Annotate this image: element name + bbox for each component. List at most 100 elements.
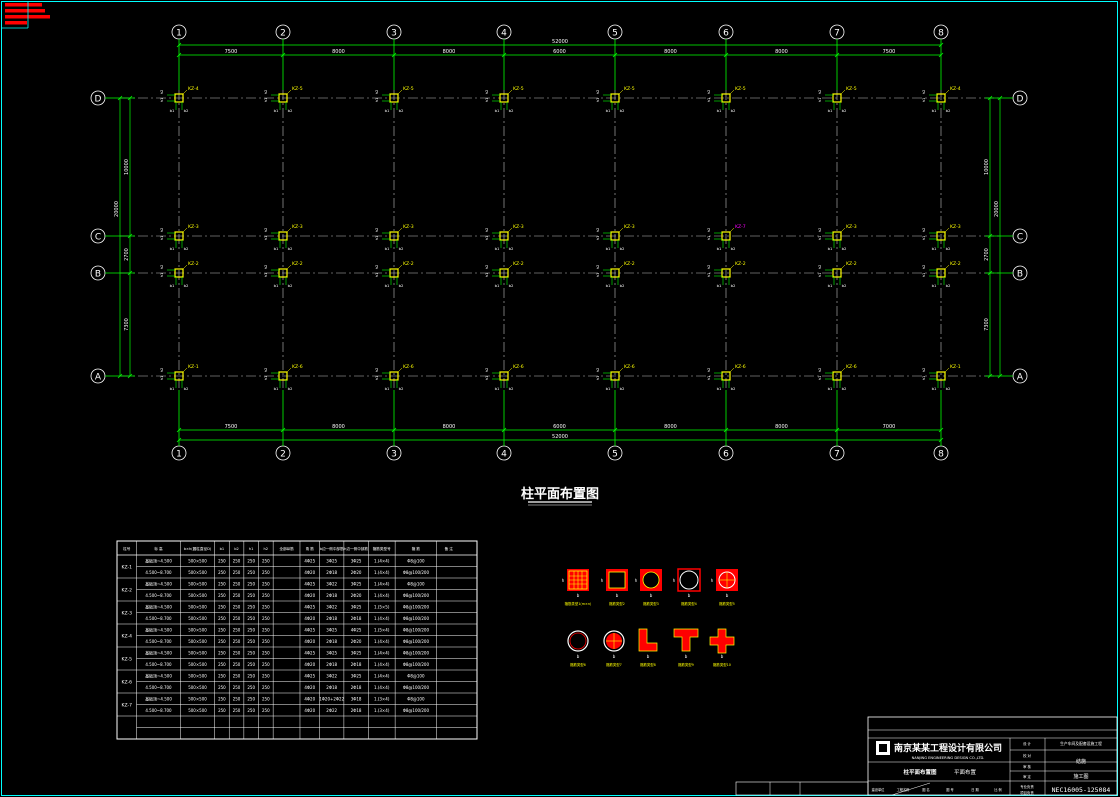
schedule-header: h2	[264, 547, 269, 551]
svg-text:b: b	[647, 654, 650, 659]
schedule-cell: 250	[262, 697, 270, 702]
svg-text:h1: h1	[263, 375, 268, 380]
grid-label-3: 3	[391, 29, 397, 39]
schedule-cell: 1.(4×4)	[374, 582, 390, 587]
svg-text:b1: b1	[274, 108, 279, 113]
grid-label-2: 2	[280, 450, 286, 460]
svg-text:h1: h1	[595, 375, 600, 380]
svg-text:h2: h2	[817, 264, 822, 269]
stamp-bar	[5, 3, 42, 7]
schedule-cell: 3Φ25	[326, 559, 337, 564]
svg-text:h2: h2	[595, 227, 600, 232]
svg-text:h1: h1	[484, 97, 489, 102]
svg-text:b1: b1	[495, 283, 500, 288]
schedule-cell: 4.500~8.700	[145, 639, 172, 644]
svg-text:h2: h2	[263, 227, 268, 232]
svg-text:h: h	[601, 578, 604, 583]
grid-label-D: D	[95, 95, 102, 105]
svg-text:h1: h1	[706, 375, 711, 380]
svg-text:h2: h2	[595, 89, 600, 94]
sheet-name: 柱平面布置图	[903, 768, 937, 776]
schedule-cell: 基础顶~4.500	[145, 673, 172, 679]
left-dim-span-0: 10000	[124, 159, 130, 175]
column-tag: KZ-6	[513, 364, 524, 370]
svg-text:h1: h1	[484, 235, 489, 240]
schedule-cell: Φ8@100/200	[403, 605, 430, 610]
schedule-cell: 基础顶~4.500	[145, 604, 172, 610]
schedule-cell: 4Φ25	[304, 605, 315, 610]
schedule-cell: 250	[247, 662, 255, 667]
schedule-cell: 500×500	[188, 685, 207, 690]
schedule-cell: 500×500	[188, 708, 207, 713]
column-tag: KZ-1	[950, 364, 961, 370]
svg-text:h2: h2	[374, 89, 379, 94]
svg-text:h1: h1	[921, 272, 926, 277]
svg-text:b2: b2	[946, 386, 951, 391]
right-dim-span-0: 10000	[984, 159, 990, 175]
title-block-field: 图 号	[946, 787, 953, 792]
svg-text:h2: h2	[374, 367, 379, 372]
grid-label-C: C	[95, 233, 101, 243]
schedule-cell: 4Φ25	[304, 628, 315, 633]
schedule-cell: 4Φ25	[304, 651, 315, 656]
schedule-cell: 250	[218, 559, 226, 564]
schedule-cell: 基础顶~4.500	[145, 696, 172, 702]
title-block-field: 图 名	[922, 787, 929, 792]
schedule-cell: 250	[247, 616, 255, 621]
svg-text:b1: b1	[606, 246, 611, 251]
column-tag: KZ-6	[735, 364, 746, 370]
svg-text:b2: b2	[620, 246, 625, 251]
bottom-dim-span-3: 6000	[553, 424, 566, 430]
column-tag: KZ-4	[950, 86, 961, 92]
stirrup-caption: 箍筋类型5	[719, 601, 735, 606]
schedule-cell: 250	[262, 570, 270, 575]
top-dim-span-3: 6000	[553, 49, 566, 55]
drawing-number: NEC16005-125084	[1052, 786, 1111, 794]
svg-text:b2: b2	[620, 283, 625, 288]
svg-text:h2: h2	[263, 367, 268, 372]
column-tag: KZ-2	[513, 261, 524, 267]
schedule-cell: 3Φ22	[326, 674, 337, 679]
grid-label-B: B	[1017, 270, 1023, 280]
schedule-group-label: KZ-4	[122, 634, 133, 640]
top-dim-span-0: 7500	[225, 49, 238, 55]
column-tag: KZ-4	[188, 86, 199, 92]
schedule-cell: 250	[218, 708, 226, 713]
svg-text:h1: h1	[817, 272, 822, 277]
svg-text:b2: b2	[946, 246, 951, 251]
discipline: 结施	[1076, 758, 1086, 765]
schedule-cell: 4Φ25	[351, 628, 362, 633]
schedule-cell: 250	[218, 685, 226, 690]
schedule-header: b边一侧中部筋	[320, 546, 344, 551]
top-dim-span-1: 8000	[332, 49, 345, 55]
column-tag: KZ-5	[403, 86, 414, 92]
svg-text:h1: h1	[921, 97, 926, 102]
title-block-field: 审 核	[1023, 764, 1031, 769]
svg-text:b1: b1	[932, 283, 937, 288]
svg-text:b1: b1	[495, 386, 500, 391]
schedule-cell: 250	[233, 570, 241, 575]
stirrup-caption: 箍筋类型8	[640, 662, 656, 667]
schedule-cell: 1.(5×5)	[374, 605, 390, 610]
svg-text:h2: h2	[706, 227, 711, 232]
schedule-cell: 4Φ25	[304, 559, 315, 564]
svg-text:h1: h1	[374, 375, 379, 380]
schedule-cell: 3Φ25	[351, 651, 362, 656]
schedule-cell: 500×500	[188, 559, 207, 564]
column-tag: KZ-3	[846, 224, 857, 230]
column-tag: KZ-2	[735, 261, 746, 267]
column-tag: KZ-5	[846, 86, 857, 92]
schedule-cell: 1.(4×4)	[374, 685, 390, 690]
svg-text:b1: b1	[717, 386, 722, 391]
schedule-cell: 250	[262, 628, 270, 633]
svg-text:b1: b1	[274, 386, 279, 391]
schedule-cell: 3Φ18	[351, 697, 362, 702]
schedule-cell: 250	[218, 662, 226, 667]
stirrup-caption: 箍筋类型10	[713, 662, 731, 667]
svg-text:h: h	[635, 578, 638, 583]
schedule-cell: 250	[262, 605, 270, 610]
schedule-cell: 3Φ25	[351, 559, 362, 564]
svg-text:b2: b2	[731, 283, 736, 288]
schedule-cell: 500×500	[188, 651, 207, 656]
schedule-cell: 2Φ18	[351, 685, 362, 690]
